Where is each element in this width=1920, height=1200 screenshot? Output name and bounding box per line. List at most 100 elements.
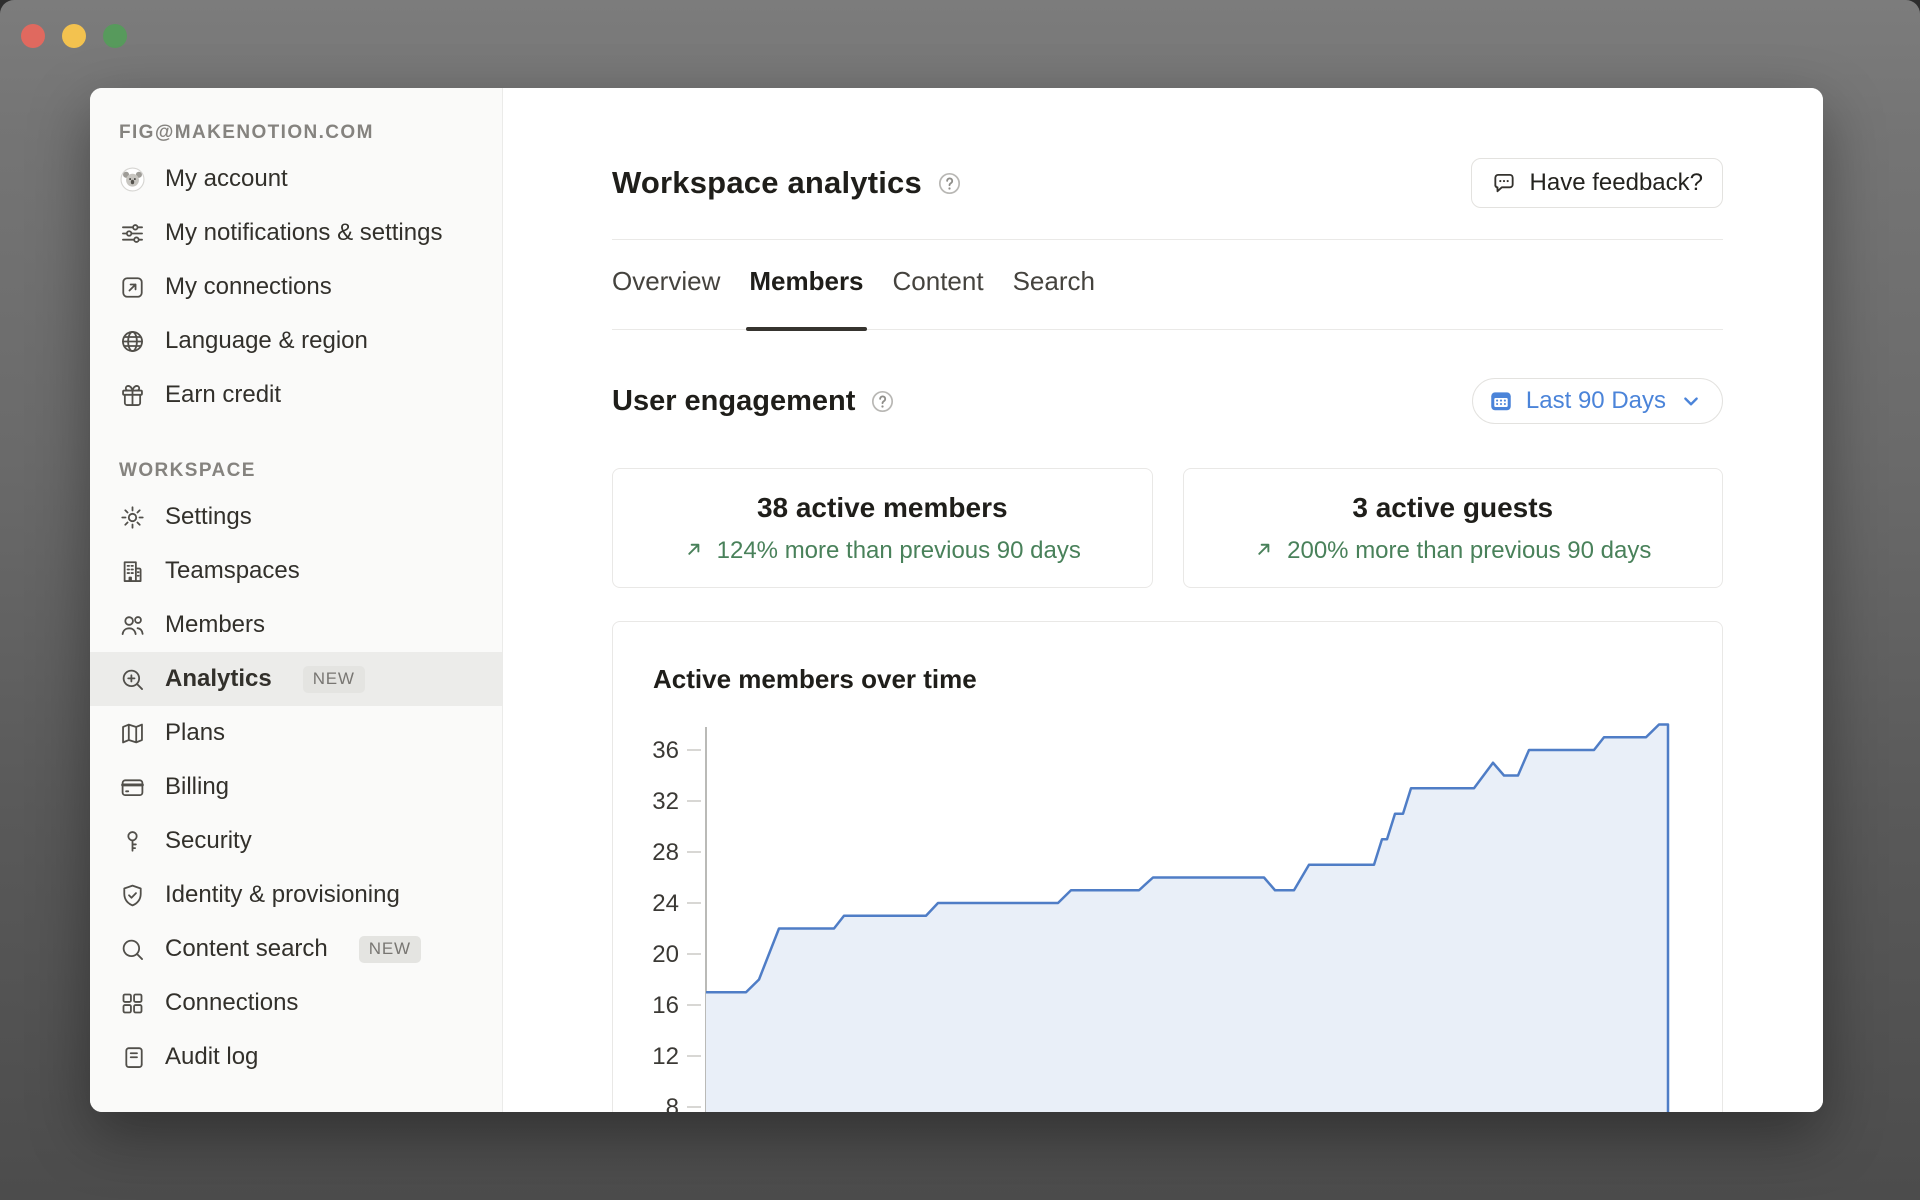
have-feedback-label: Have feedback? bbox=[1530, 169, 1703, 197]
sidebar-item-label: My connections bbox=[165, 270, 332, 305]
sidebar-item-connections[interactable]: Connections bbox=[90, 976, 502, 1030]
sidebar-section-gap bbox=[90, 422, 502, 450]
dimmed-background-window: FIG@MAKENOTION.COM My account My notifica… bbox=[0, 0, 1920, 1200]
analytics-tabs: Overview Members Content Search bbox=[612, 240, 1723, 330]
analytics-main: Workspace analytics Have feedback? Overv… bbox=[503, 88, 1823, 1112]
sidebar-item-label: Language & region bbox=[165, 324, 368, 359]
date-range-selector[interactable]: Last 90 Days bbox=[1472, 378, 1723, 424]
workspace-menu: Settings Teamspaces Members Analytics NEW Pla… bbox=[90, 490, 502, 1084]
sidebar-item-label: Settings bbox=[165, 500, 252, 535]
new-badge: NEW bbox=[359, 936, 421, 963]
account-menu: My account My notifications & settings My … bbox=[90, 152, 502, 422]
minimize-button[interactable] bbox=[62, 24, 86, 48]
arrow-up-right-box-icon bbox=[119, 274, 146, 301]
shield-check-icon bbox=[119, 882, 146, 909]
gift-icon bbox=[119, 382, 146, 409]
active-guests-delta: 200% more than previous 90 days bbox=[1254, 537, 1651, 565]
sidebar-item-label: Teamspaces bbox=[165, 554, 300, 589]
active-members-chart-card: Active members over time 363228242016128 bbox=[612, 621, 1723, 1112]
sidebar-item-label: My account bbox=[165, 162, 288, 197]
tab-search[interactable]: Search bbox=[1013, 266, 1095, 329]
settings-modal: FIG@MAKENOTION.COM My account My notifica… bbox=[90, 88, 1823, 1112]
sidebar-item-earn-credit[interactable]: Earn credit bbox=[90, 368, 502, 422]
y-axis-tick-label: 16 bbox=[652, 992, 679, 1019]
close-button[interactable] bbox=[21, 24, 45, 48]
active-guests-card: 3 active guests 200% more than previous … bbox=[1183, 468, 1724, 588]
active-members-delta-text: 124% more than previous 90 days bbox=[717, 537, 1081, 565]
y-axis-tick-label: 20 bbox=[652, 941, 679, 968]
sidebar-item-label: Earn credit bbox=[165, 378, 281, 413]
chevron-down-icon bbox=[1678, 388, 1704, 414]
area-fill bbox=[706, 725, 1668, 1113]
scroll-icon bbox=[119, 1044, 146, 1071]
sidebar-item-label: Security bbox=[165, 824, 252, 859]
sliders-icon bbox=[119, 220, 146, 247]
y-axis-tick-label: 8 bbox=[666, 1094, 679, 1112]
y-axis-tick-label: 28 bbox=[652, 839, 679, 866]
tab-members[interactable]: Members bbox=[749, 266, 863, 329]
sidebar-item-content-search[interactable]: Content search NEW bbox=[90, 922, 502, 976]
y-axis-tick-label: 36 bbox=[652, 737, 679, 764]
sidebar-item-audit-log[interactable]: Audit log bbox=[90, 1030, 502, 1084]
sidebar-item-billing[interactable]: Billing bbox=[90, 760, 502, 814]
new-badge: NEW bbox=[303, 666, 365, 693]
sidebar-item-members[interactable]: Members bbox=[90, 598, 502, 652]
sidebar-item-my-notifications-settings[interactable]: My notifications & settings bbox=[90, 206, 502, 260]
trend-up-icon bbox=[684, 539, 707, 562]
magnifier-icon bbox=[119, 936, 146, 963]
active-guests-delta-text: 200% more than previous 90 days bbox=[1287, 537, 1651, 565]
active-members-value: 38 active members bbox=[757, 492, 1008, 524]
sidebar-item-label: Audit log bbox=[165, 1040, 258, 1075]
sidebar-item-teamspaces[interactable]: Teamspaces bbox=[90, 544, 502, 598]
sidebar-item-security[interactable]: Security bbox=[90, 814, 502, 868]
user-engagement-title: User engagement bbox=[612, 385, 855, 418]
magnifier-plus-icon bbox=[119, 666, 146, 693]
grid-icon bbox=[119, 990, 146, 1017]
page-title: Workspace analytics bbox=[612, 165, 922, 201]
active-members-delta: 124% more than previous 90 days bbox=[684, 537, 1081, 565]
sidebar-item-label: Billing bbox=[165, 770, 229, 805]
zoom-button[interactable] bbox=[103, 24, 127, 48]
page-header: Workspace analytics Have feedback? bbox=[612, 158, 1723, 208]
y-axis-tick-label: 24 bbox=[652, 890, 679, 917]
help-icon[interactable] bbox=[936, 170, 963, 197]
help-icon[interactable] bbox=[869, 388, 896, 415]
date-range-label: Last 90 Days bbox=[1526, 387, 1666, 415]
building-icon bbox=[119, 558, 146, 585]
settings-sidebar: FIG@MAKENOTION.COM My account My notifica… bbox=[90, 88, 503, 1112]
account-email-heading: FIG@MAKENOTION.COM bbox=[90, 122, 502, 144]
window-controls bbox=[21, 24, 127, 48]
sidebar-item-my-account[interactable]: My account bbox=[90, 152, 502, 206]
sidebar-item-label: Content search bbox=[165, 932, 328, 967]
credit-card-icon bbox=[119, 774, 146, 801]
sidebar-item-label: Connections bbox=[165, 986, 298, 1021]
sidebar-item-label: Members bbox=[165, 608, 265, 643]
people-icon bbox=[119, 612, 146, 639]
stat-cards: 38 active members 124% more than previou… bbox=[612, 468, 1723, 588]
have-feedback-button[interactable]: Have feedback? bbox=[1471, 158, 1723, 208]
sidebar-item-label: Plans bbox=[165, 716, 225, 751]
active-guests-value: 3 active guests bbox=[1352, 492, 1553, 524]
sidebar-item-plans[interactable]: Plans bbox=[90, 706, 502, 760]
avatar bbox=[119, 166, 146, 193]
tab-content[interactable]: Content bbox=[893, 266, 984, 329]
sidebar-item-analytics[interactable]: Analytics NEW bbox=[90, 652, 502, 706]
map-icon bbox=[119, 720, 146, 747]
sidebar-item-settings[interactable]: Settings bbox=[90, 490, 502, 544]
calendar-icon bbox=[1488, 388, 1514, 414]
gear-icon bbox=[119, 504, 146, 531]
sidebar-item-label: Analytics bbox=[165, 662, 272, 697]
user-engagement-header: User engagement Last 90 Days bbox=[612, 378, 1723, 424]
trend-up-icon bbox=[1254, 539, 1277, 562]
sidebar-item-identity-provisioning[interactable]: Identity & provisioning bbox=[90, 868, 502, 922]
sidebar-item-label: My notifications & settings bbox=[165, 216, 442, 251]
workspace-heading: WORKSPACE bbox=[90, 460, 502, 482]
globe-icon bbox=[119, 328, 146, 355]
speech-bubble-icon bbox=[1491, 170, 1517, 196]
tab-overview[interactable]: Overview bbox=[612, 266, 720, 329]
y-axis-tick-label: 12 bbox=[652, 1043, 679, 1070]
sidebar-item-language-region[interactable]: Language & region bbox=[90, 314, 502, 368]
active-members-card: 38 active members 124% more than previou… bbox=[612, 468, 1153, 588]
sidebar-item-my-connections[interactable]: My connections bbox=[90, 260, 502, 314]
y-axis-tick-label: 32 bbox=[652, 788, 679, 815]
